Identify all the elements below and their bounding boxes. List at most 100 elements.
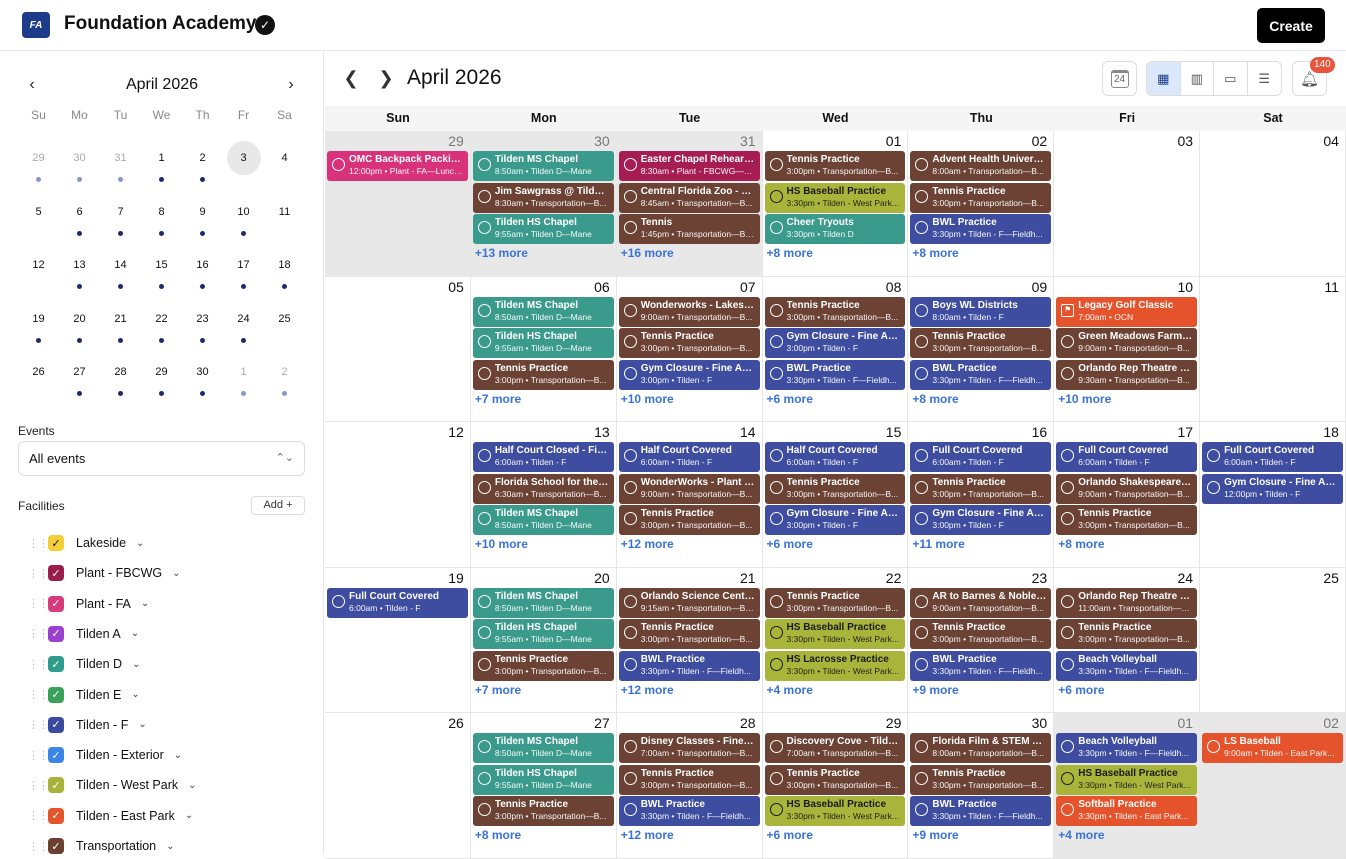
event-chip[interactable]: Tennis Practice 3:00pm • Transportation—B… — [472, 650, 614, 681]
event-chip[interactable]: Tilden MS Chapel 8:50am • Tilden D—Mane — [472, 587, 614, 618]
mini-calendar-day[interactable]: 4 — [264, 130, 305, 184]
event-chip[interactable]: BWL Practice 3:30pm • Tilden - F—Fieldh..… — [910, 214, 1052, 245]
day-cell[interactable]: 01 Beach Volleyball 3:30pm • Tilden - F—Fi… — [1054, 713, 1201, 859]
more-events-link[interactable]: +6 more — [767, 537, 813, 551]
event-chip[interactable]: Tennis Practice 3:00pm • Transportation—B… — [764, 764, 906, 795]
facility-item[interactable]: ⋮⋮ ✓ Tilden - West Park ⌄ — [28, 774, 197, 796]
mini-calendar-day[interactable]: 12 — [18, 237, 59, 291]
event-chip[interactable]: Tilden HS Chapel 9:55am • Tilden D—Mane — [472, 328, 614, 359]
more-events-link[interactable]: +12 more — [621, 683, 674, 697]
event-chip[interactable]: Orlando Science Center -...9:15am • Tran… — [618, 587, 760, 618]
event-chip[interactable]: Disney Classes - Fine Arts 7:00am • Trans… — [618, 733, 760, 763]
event-chip[interactable]: Half Court Covered 6:00am • Tilden - F — [764, 442, 906, 472]
facility-item[interactable]: ⋮⋮ ✓ Tilden A ⌄ — [28, 623, 139, 645]
mini-calendar-day[interactable]: 24 — [223, 291, 264, 345]
more-events-link[interactable]: +6 more — [1058, 683, 1104, 697]
mini-calendar-day[interactable]: 7 — [100, 184, 141, 238]
event-chip[interactable]: Tennis Practice 3:00pm • Transportation—B… — [910, 182, 1052, 213]
drag-handle-icon[interactable]: ⋮⋮ — [28, 840, 49, 853]
event-chip[interactable]: Tilden MS Chapel 8:50am • Tilden D—Mane — [472, 733, 614, 763]
mini-calendar-day[interactable]: 11 — [264, 184, 305, 238]
day-cell[interactable]: 20 Tilden MS Chapel 8:50am • Tilden D—Mane… — [470, 567, 617, 713]
day-cell[interactable]: 19 Full Court Covered 6:00am • Tilden - F — [325, 567, 471, 713]
mini-calendar-day[interactable]: 22 — [141, 291, 182, 345]
mini-calendar-day[interactable]: 8 — [141, 184, 182, 238]
day-cell[interactable]: 04 — [1200, 131, 1346, 277]
event-chip[interactable]: BWL Practice 3:30pm • Tilden - F—Fieldh..… — [910, 796, 1052, 827]
day-cell[interactable]: 22 Tennis Practice 3:00pm • Transportation… — [762, 567, 909, 713]
event-chip[interactable]: Full Court Covered 6:00am • Tilden - F — [1202, 442, 1343, 472]
academy-logo[interactable]: FA — [22, 12, 50, 38]
drag-handle-icon[interactable]: ⋮⋮ — [28, 597, 49, 610]
event-chip[interactable]: Tennis Practice 3:00pm • Transportation—B… — [618, 328, 760, 359]
mini-calendar-day[interactable]: 6 — [59, 184, 100, 238]
more-events-link[interactable]: +7 more — [475, 683, 521, 697]
day-cell[interactable]: 15 Half Court Covered 6:00am • Tilden - FT… — [762, 422, 909, 568]
day-cell[interactable]: 21Orlando Science Center -...9:15am • Tr… — [616, 567, 763, 713]
event-chip[interactable]: HS Baseball Practice 3:30pm • Tilden - We… — [764, 796, 906, 827]
day-cell[interactable]: 03 — [1054, 131, 1201, 277]
event-chip[interactable]: Easter Chapel Rehearsal 8:30am • Plant - … — [618, 151, 760, 181]
day-cell[interactable]: 25 — [1200, 567, 1346, 713]
more-events-link[interactable]: +6 more — [767, 392, 813, 406]
event-chip[interactable]: Tennis Practice 3:00pm • Transportation—B… — [910, 328, 1052, 359]
event-chip[interactable]: Softball Practice 3:30pm • Tilden - East … — [1056, 796, 1198, 827]
event-chip[interactable]: BWL Practice 3:30pm • Tilden - F—Fieldh..… — [618, 650, 760, 681]
event-chip[interactable]: AR to Barnes & Noble an... 9:00am • Trans… — [910, 587, 1052, 618]
mini-calendar-day[interactable]: 2 — [264, 344, 305, 398]
event-chip[interactable]: HS Lacrosse Practice 3:30pm • Tilden - We… — [764, 650, 906, 681]
event-chip[interactable]: Beach Volleyball 3:30pm • Tilden - F—Fiel… — [1056, 733, 1198, 763]
mini-calendar-day[interactable]: 1 — [223, 344, 264, 398]
day-cell[interactable]: 12 — [325, 422, 471, 568]
mini-calendar-day[interactable]: 14 — [100, 237, 141, 291]
mini-calendar-day[interactable]: 1 — [141, 130, 182, 184]
event-chip[interactable]: Full Court Covered 6:00am • Tilden - F — [910, 442, 1052, 472]
event-chip[interactable]: HS Baseball Practice 3:30pm • Tilden - We… — [764, 182, 906, 213]
event-chip[interactable]: Full Court Covered 6:00am • Tilden - F — [327, 587, 468, 618]
event-chip[interactable]: Florida School for the De... 6:30am • Tra… — [472, 473, 614, 504]
event-chip[interactable]: Tilden HS Chapel 9:55am • Tilden D—Mane — [472, 619, 614, 650]
week-view-icon[interactable]: ▥ — [1181, 62, 1214, 95]
mini-calendar-day[interactable]: 27 — [59, 344, 100, 398]
checkbox-checked-icon[interactable]: ✓ — [48, 656, 64, 673]
more-events-link[interactable]: +4 more — [767, 683, 813, 697]
mini-calendar-day[interactable]: 29 — [141, 344, 182, 398]
event-chip[interactable]: Orlando Rep Theatre - La...11:00am • Tra… — [1056, 587, 1198, 618]
more-events-link[interactable]: +9 more — [912, 683, 958, 697]
day-cell[interactable]: 07 Wonderworks - Lakeside... 9:00am • Tran… — [616, 276, 763, 422]
chevron-down-icon[interactable]: ⌄ — [172, 568, 180, 579]
mini-calendar-day[interactable]: 9 — [182, 184, 223, 238]
more-events-link[interactable]: +8 more — [1058, 537, 1104, 551]
day-cell[interactable]: 01 Tennis Practice 3:00pm • Transportation… — [762, 131, 909, 277]
day-cell[interactable]: 09 Boys WL Districts 8:00am • Tilden - F Te… — [908, 276, 1055, 422]
mini-calendar-day[interactable]: 25 — [264, 291, 305, 345]
facility-item[interactable]: ⋮⋮ ✓ Tilden E ⌄ — [28, 684, 140, 706]
day-cell[interactable]: 23 AR to Barnes & Noble an... 9:00am • Tra… — [908, 567, 1055, 713]
day-cell[interactable]: 26 — [325, 713, 471, 859]
event-chip[interactable]: Central Florida Zoo - Plan...8:45am • Tr… — [618, 182, 760, 213]
more-events-link[interactable]: +10 more — [475, 537, 528, 551]
drag-handle-icon[interactable]: ⋮⋮ — [28, 809, 49, 822]
drag-handle-icon[interactable]: ⋮⋮ — [28, 718, 49, 731]
chevron-down-icon[interactable]: ⌄ — [132, 659, 140, 670]
event-chip[interactable]: BWL Practice 3:30pm • Tilden - F—Fieldh..… — [764, 359, 906, 390]
day-cell[interactable]: 10 ⚑ Legacy Golf Classic 7:00am • OCN Green … — [1054, 276, 1201, 422]
event-chip[interactable]: Gym Closure - Fine Arts ... 3:00pm • Tild… — [764, 505, 906, 536]
mini-calendar-day[interactable]: 31 — [100, 130, 141, 184]
more-events-link[interactable]: +16 more — [621, 246, 674, 260]
mini-calendar-day[interactable]: 23 — [182, 291, 223, 345]
checkbox-checked-icon[interactable]: ✓ — [48, 807, 64, 824]
day-cell[interactable]: 27 Tilden MS Chapel 8:50am • Tilden D—Mane… — [470, 713, 617, 859]
event-chip[interactable]: ⚑ Legacy Golf Classic 7:00am • OCN — [1056, 296, 1198, 327]
day-cell[interactable]: 30 Tilden MS Chapel 8:50am • Tilden D—Mane… — [470, 131, 617, 277]
event-chip[interactable]: Wonderworks - Lakeside... 9:00am • Transp… — [618, 296, 760, 327]
checkbox-checked-icon[interactable]: ✓ — [48, 747, 64, 764]
event-chip[interactable]: Tennis Practice 3:00pm • Transportation—B… — [764, 151, 906, 181]
more-events-link[interactable]: +4 more — [1058, 828, 1104, 842]
event-chip[interactable]: BWL Practice 3:30pm • Tilden - F—Fieldh..… — [618, 796, 760, 827]
more-events-link[interactable]: +8 more — [475, 828, 521, 842]
event-chip[interactable]: Orlando Shakespeare Th... 9:00am • Transp… — [1056, 473, 1198, 504]
event-chip[interactable]: Gym Closure - Fine Arts ... 12:00pm • Til… — [1202, 473, 1343, 504]
day-cell[interactable]: 08 Tennis Practice 3:00pm • Transportation… — [762, 276, 909, 422]
checkbox-checked-icon[interactable]: ✓ — [48, 595, 64, 612]
